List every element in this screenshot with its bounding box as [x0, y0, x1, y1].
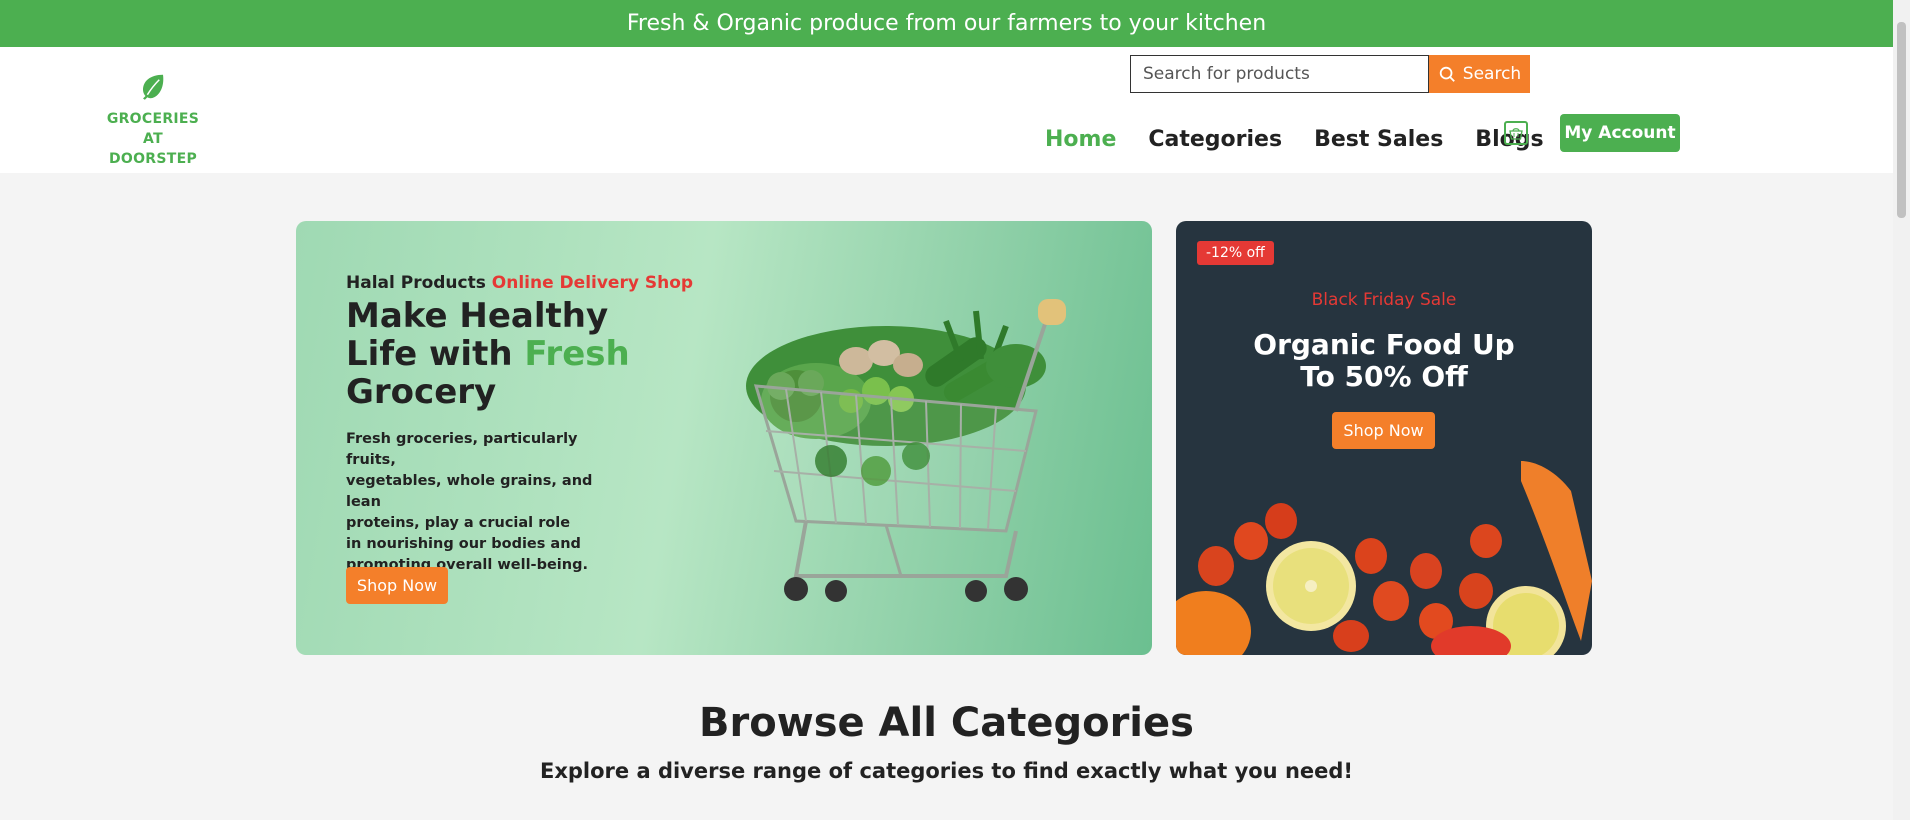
promo-title: Organic Food Up To 50% Off	[1176, 329, 1592, 393]
hero-kicker-highlight: Online Delivery Shop	[491, 273, 694, 293]
nav-best-sales[interactable]: Best Sales	[1314, 127, 1443, 152]
search-button-label: Search	[1462, 64, 1522, 84]
main-nav: Home Categories Best Sales Blogs	[1045, 117, 1576, 161]
browse-subtitle: Explore a diverse range of categories to…	[540, 759, 1353, 783]
hero-description-line: vegetables, whole grains, and lean	[346, 473, 593, 510]
hero-description: Fresh groceries, particularly fruits, ve…	[346, 429, 616, 576]
basket-icon	[1509, 128, 1523, 140]
browse-title: Browse All Categories	[699, 700, 1194, 746]
hero-title-part2: Grocery	[346, 372, 497, 412]
hero-description-line: proteins, play a crucial role	[346, 515, 571, 531]
shopping-cart-image	[746, 299, 1066, 602]
hero-description-line: in nourishing our bodies and	[346, 536, 581, 552]
logo-line-2: AT DOORSTEP	[108, 131, 198, 167]
logo-text: GROCERIES AT DOORSTEP	[100, 109, 206, 169]
search-icon	[1439, 66, 1455, 82]
cart-button[interactable]	[1504, 121, 1528, 145]
hero-banner: Halal Products Online Delivery Shop Make…	[296, 221, 1152, 655]
leaf-icon	[143, 74, 164, 100]
promo-banner: -12% off Black Friday Sale Organic Food …	[1176, 221, 1592, 655]
hero-title-highlight: Fresh	[524, 334, 630, 374]
search-button[interactable]: Search	[1429, 55, 1530, 93]
hero-kicker: Halal Products Online Delivery Shop	[346, 273, 693, 293]
nav-categories[interactable]: Categories	[1148, 127, 1282, 152]
site-header: GROCERIES AT DOORSTEP Search Home Catego…	[0, 47, 1893, 173]
my-account-button[interactable]: My Account	[1560, 114, 1680, 152]
announcement-text: Fresh & Organic produce from our farmers…	[626, 11, 1267, 36]
hero-shop-now-button[interactable]: Shop Now	[346, 567, 448, 604]
scrollbar-thumb[interactable]	[1897, 22, 1906, 218]
discount-badge: -12% off	[1197, 241, 1274, 265]
logo-line-1: GROCERIES	[106, 111, 200, 127]
promo-shop-now-button[interactable]: Shop Now	[1332, 412, 1435, 449]
hero-title: Make Healthy Life with Fresh Grocery	[346, 297, 676, 411]
promo-title-line-2: To 50% Off	[1300, 360, 1468, 393]
page-scrollbar[interactable]	[1893, 0, 1910, 820]
search-bar: Search	[1130, 55, 1530, 93]
logo[interactable]: GROCERIES AT DOORSTEP	[100, 71, 206, 169]
nav-home[interactable]: Home	[1045, 127, 1116, 152]
promo-subtitle: Black Friday Sale	[1311, 290, 1457, 310]
hero-description-line: Fresh groceries, particularly fruits,	[346, 431, 578, 468]
hero-kicker-text: Halal Products	[346, 273, 486, 293]
announcement-bar: Fresh & Organic produce from our farmers…	[0, 0, 1893, 47]
produce-image	[1176, 461, 1592, 655]
promo-title-line-1: Organic Food Up	[1253, 328, 1515, 361]
search-input[interactable]	[1130, 55, 1429, 93]
